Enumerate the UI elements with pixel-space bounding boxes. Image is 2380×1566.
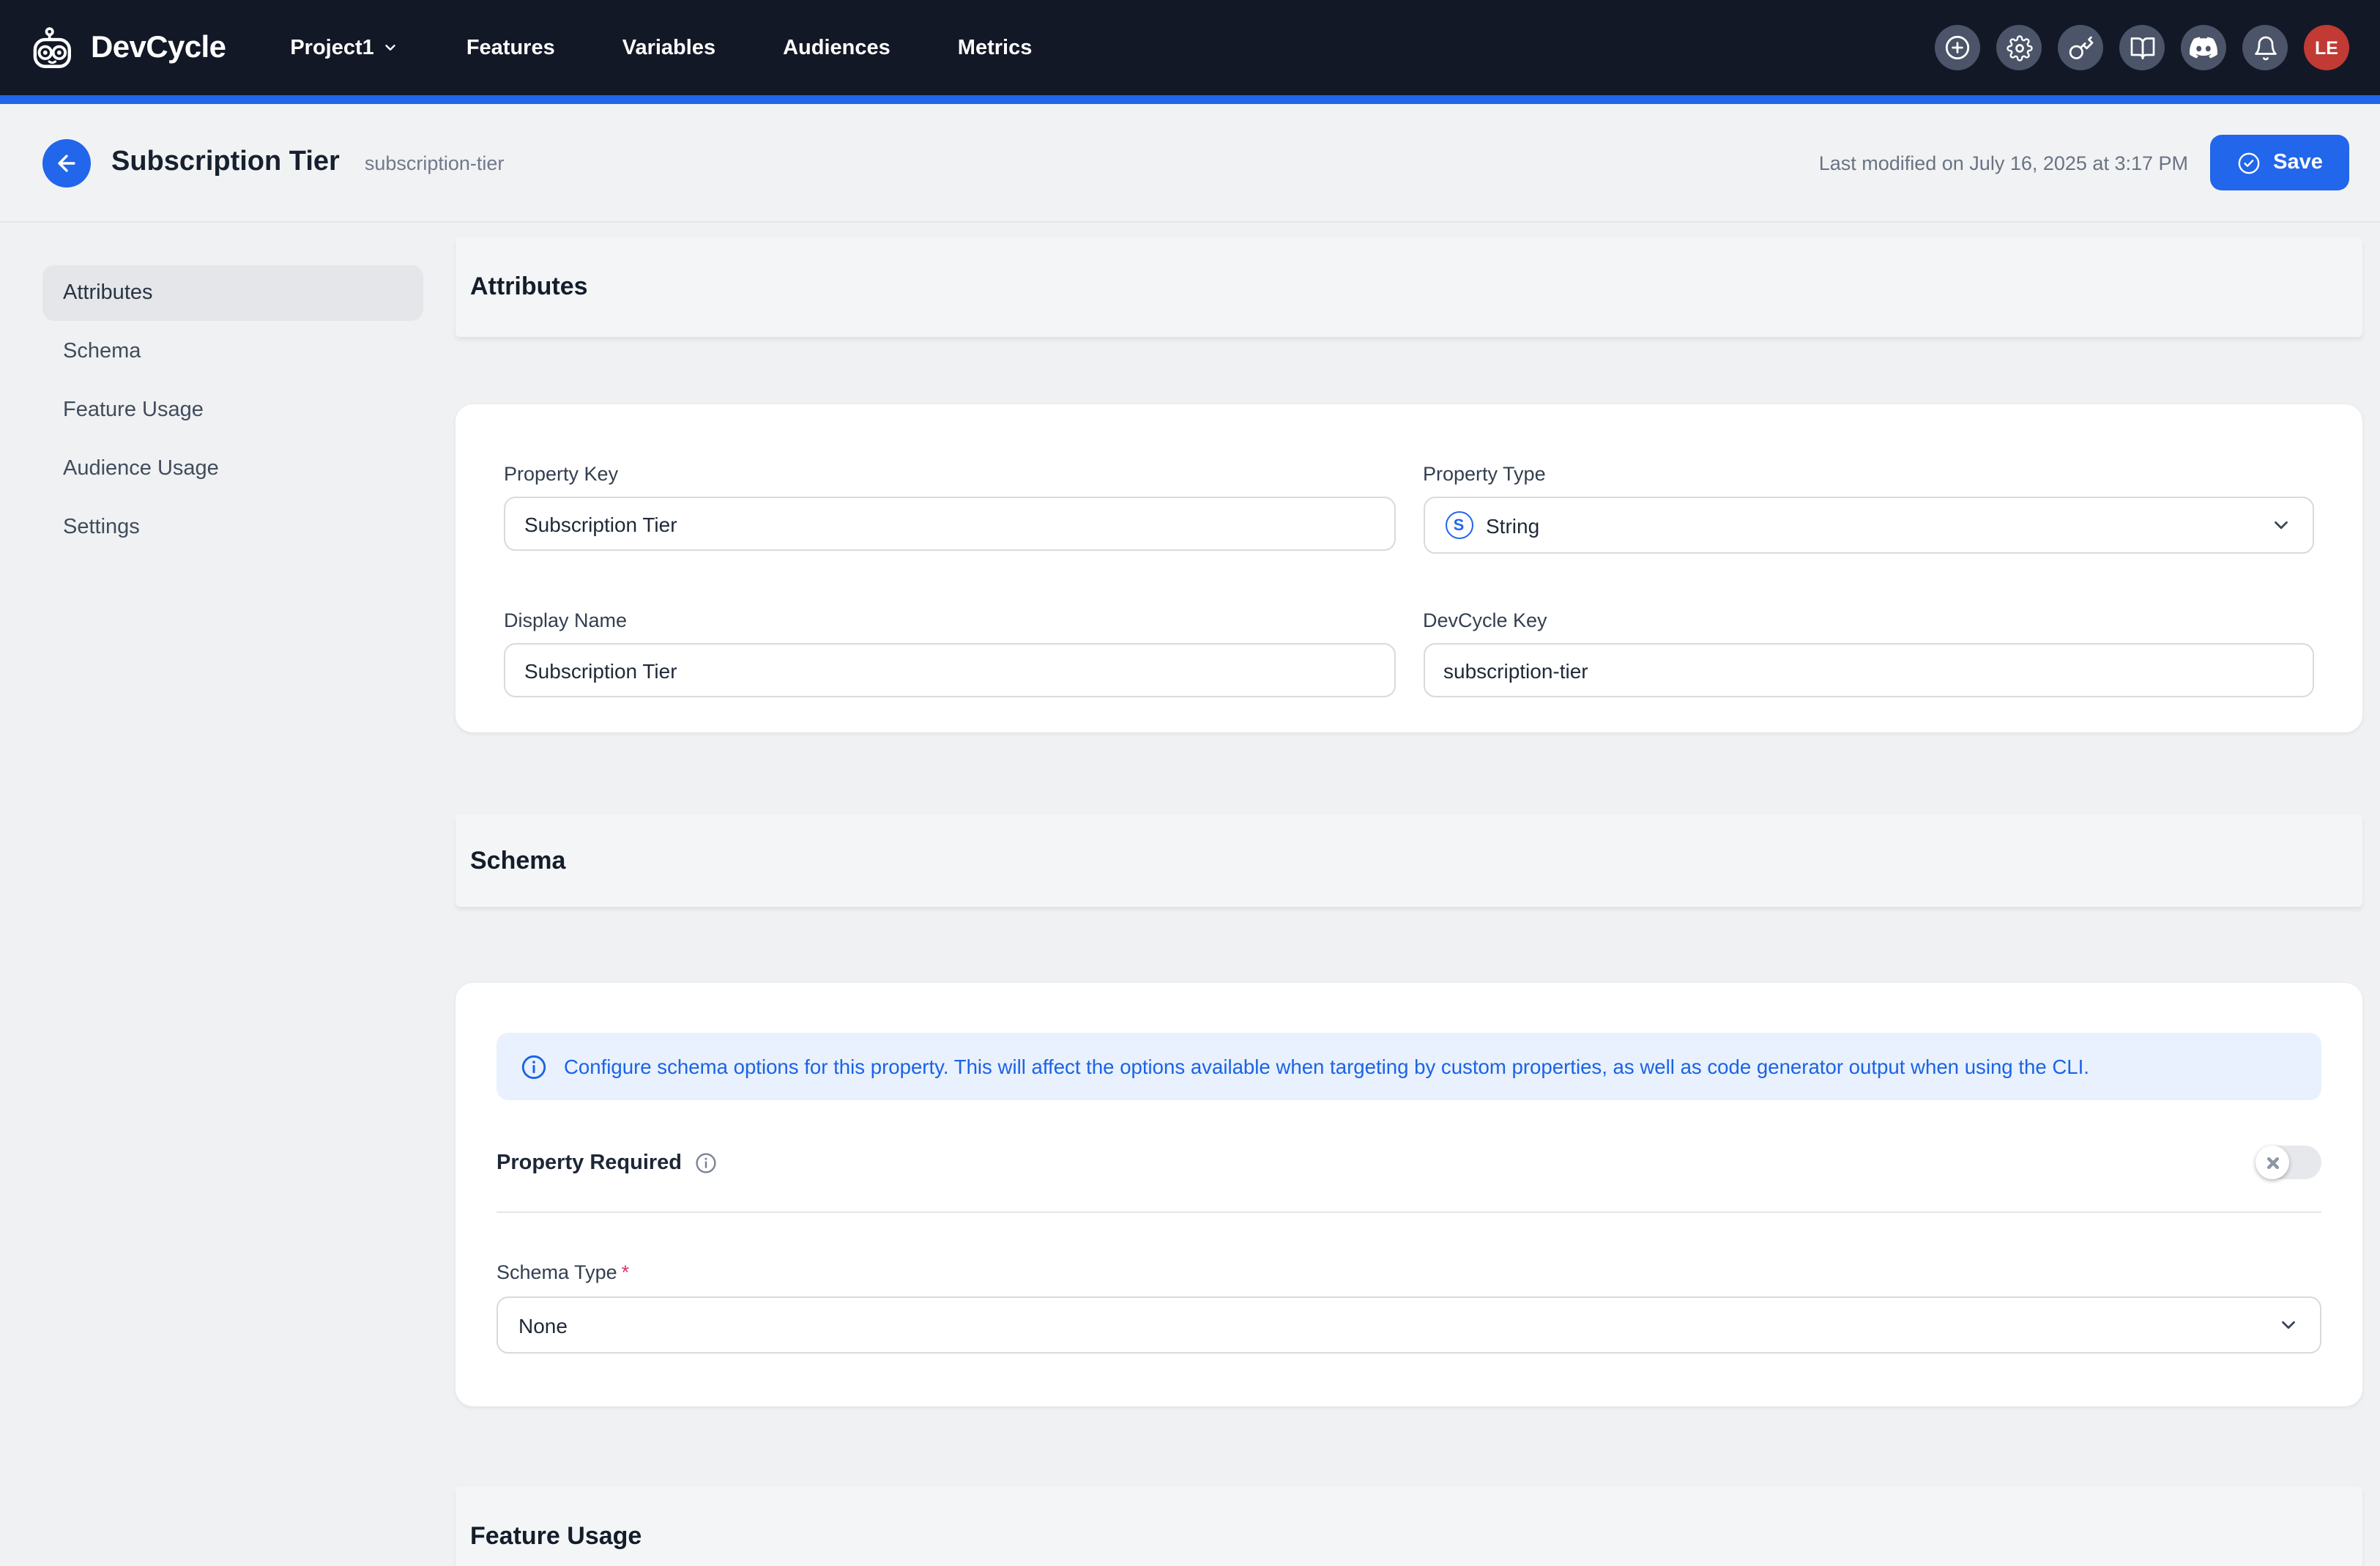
schema-info-banner: Configure schema options for this proper… bbox=[497, 1033, 2321, 1100]
nav-metrics[interactable]: Metrics bbox=[958, 36, 1033, 59]
discord-icon bbox=[2190, 34, 2217, 62]
string-type-icon: S bbox=[1445, 511, 1473, 539]
devcycle-robot-icon bbox=[31, 26, 79, 70]
attributes-section-header: Attributes bbox=[455, 237, 2362, 337]
chevron-down-icon bbox=[2277, 1314, 2299, 1336]
chevron-down-icon bbox=[383, 40, 399, 56]
feature-usage-heading: Feature Usage bbox=[470, 1522, 642, 1551]
schema-section-header: Schema bbox=[455, 814, 2362, 907]
page-title: Subscription Tier bbox=[111, 146, 340, 179]
sidebar-item-label: Audience Usage bbox=[63, 457, 219, 480]
property-key-input[interactable] bbox=[504, 497, 1395, 551]
schema-banner-text: Configure schema options for this proper… bbox=[564, 1055, 2089, 1077]
discord-button[interactable] bbox=[2181, 25, 2226, 70]
devcycle-logo[interactable]: DevCycle bbox=[31, 26, 226, 70]
display-name-label: Display Name bbox=[504, 609, 1395, 631]
sidebar-item-label: Schema bbox=[63, 340, 141, 363]
attributes-heading: Attributes bbox=[470, 272, 588, 302]
gear-icon bbox=[2006, 34, 2032, 61]
devcycle-key-input[interactable] bbox=[1423, 643, 2314, 697]
devcycle-key-field: DevCycle Key bbox=[1423, 609, 2314, 697]
nav-metrics-label: Metrics bbox=[958, 36, 1033, 59]
save-button-label: Save bbox=[2273, 151, 2323, 174]
section-nav-sidebar: Attributes Schema Feature Usage Audience… bbox=[42, 265, 423, 558]
property-key-label: Property Key bbox=[504, 463, 1395, 485]
check-circle-icon bbox=[2236, 150, 2261, 175]
property-type-value: String bbox=[1486, 513, 1539, 537]
arrow-left-icon bbox=[54, 150, 79, 175]
save-button[interactable]: Save bbox=[2210, 135, 2349, 190]
property-required-row: Property Required bbox=[497, 1146, 2321, 1179]
property-type-field: Property Type S String bbox=[1423, 463, 2314, 554]
sidebar-item-label: Attributes bbox=[63, 281, 153, 305]
brand-name: DevCycle bbox=[91, 30, 226, 65]
sidebar-item-audience-usage[interactable]: Audience Usage bbox=[42, 441, 423, 497]
schema-type-label: Schema Type* bbox=[497, 1261, 2321, 1283]
feature-usage-section-header: Feature Usage bbox=[455, 1487, 2362, 1566]
sidebar-item-feature-usage[interactable]: Feature Usage bbox=[42, 382, 423, 438]
create-new-button[interactable] bbox=[1935, 25, 1980, 70]
display-name-input[interactable] bbox=[504, 643, 1395, 697]
nav-features-label: Features bbox=[466, 36, 555, 59]
back-button[interactable] bbox=[42, 138, 91, 187]
x-icon bbox=[2265, 1155, 2280, 1170]
schema-heading: Schema bbox=[470, 846, 565, 875]
last-modified-text: Last modified on July 16, 2025 at 3:17 P… bbox=[1819, 152, 2188, 174]
nav-variables-label: Variables bbox=[622, 36, 715, 59]
property-type-select[interactable]: S String bbox=[1423, 497, 2314, 554]
plus-circle-icon bbox=[1944, 34, 1971, 62]
sidebar-item-label: Feature Usage bbox=[63, 398, 204, 422]
property-type-label: Property Type bbox=[1423, 463, 2314, 485]
required-asterisk: * bbox=[622, 1261, 630, 1283]
book-open-icon bbox=[2129, 34, 2155, 61]
bell-icon bbox=[2252, 34, 2278, 61]
notifications-button[interactable] bbox=[2242, 25, 2288, 70]
schema-type-value: None bbox=[518, 1313, 568, 1337]
top-navbar: DevCycle Project1 Features Variables Aud… bbox=[0, 0, 2380, 95]
nav-audiences[interactable]: Audiences bbox=[783, 36, 890, 59]
nav-audiences-label: Audiences bbox=[783, 36, 890, 59]
settings-button[interactable] bbox=[1996, 25, 2042, 70]
nav-project-label: Project1 bbox=[290, 36, 373, 59]
navbar-actions: LE bbox=[1935, 25, 2349, 70]
attributes-card: Property Key Property Type S String bbox=[455, 404, 2362, 732]
primary-nav: Project1 Features Variables Audiences Me… bbox=[290, 36, 1032, 59]
nav-variables[interactable]: Variables bbox=[622, 36, 715, 59]
accent-bar bbox=[0, 95, 2380, 104]
key-icon bbox=[2067, 34, 2094, 61]
user-avatar[interactable]: LE bbox=[2304, 25, 2349, 70]
docs-button[interactable] bbox=[2119, 25, 2165, 70]
info-icon bbox=[520, 1053, 548, 1080]
main-panel: Attributes Property Key Property Type S … bbox=[455, 223, 2362, 1566]
schema-type-select[interactable]: None bbox=[497, 1296, 2321, 1354]
toggle-knob bbox=[2256, 1146, 2289, 1179]
property-key-field: Property Key bbox=[504, 463, 1395, 554]
sidebar-item-label: Settings bbox=[63, 516, 140, 539]
avatar-initials: LE bbox=[2315, 37, 2338, 58]
sidebar-item-attributes[interactable]: Attributes bbox=[42, 265, 423, 321]
page-content: Attributes Schema Feature Usage Audience… bbox=[0, 223, 2380, 1566]
nav-project-dropdown[interactable]: Project1 bbox=[290, 36, 398, 59]
property-required-label: Property Required bbox=[497, 1151, 682, 1174]
page-header: Subscription Tier subscription-tier Last… bbox=[0, 104, 2380, 223]
chevron-down-icon bbox=[2270, 514, 2292, 536]
info-icon[interactable] bbox=[693, 1151, 717, 1174]
page-subtitle-key: subscription-tier bbox=[365, 152, 505, 174]
devcycle-key-label: DevCycle Key bbox=[1423, 609, 2314, 631]
schema-card-divider bbox=[497, 1211, 2321, 1213]
property-required-toggle[interactable] bbox=[2256, 1146, 2321, 1179]
display-name-field: Display Name bbox=[504, 609, 1395, 697]
schema-card: Configure schema options for this proper… bbox=[455, 983, 2362, 1406]
api-keys-button[interactable] bbox=[2058, 25, 2103, 70]
sidebar-item-settings[interactable]: Settings bbox=[42, 500, 423, 555]
sidebar-item-schema[interactable]: Schema bbox=[42, 324, 423, 379]
nav-features[interactable]: Features bbox=[466, 36, 555, 59]
